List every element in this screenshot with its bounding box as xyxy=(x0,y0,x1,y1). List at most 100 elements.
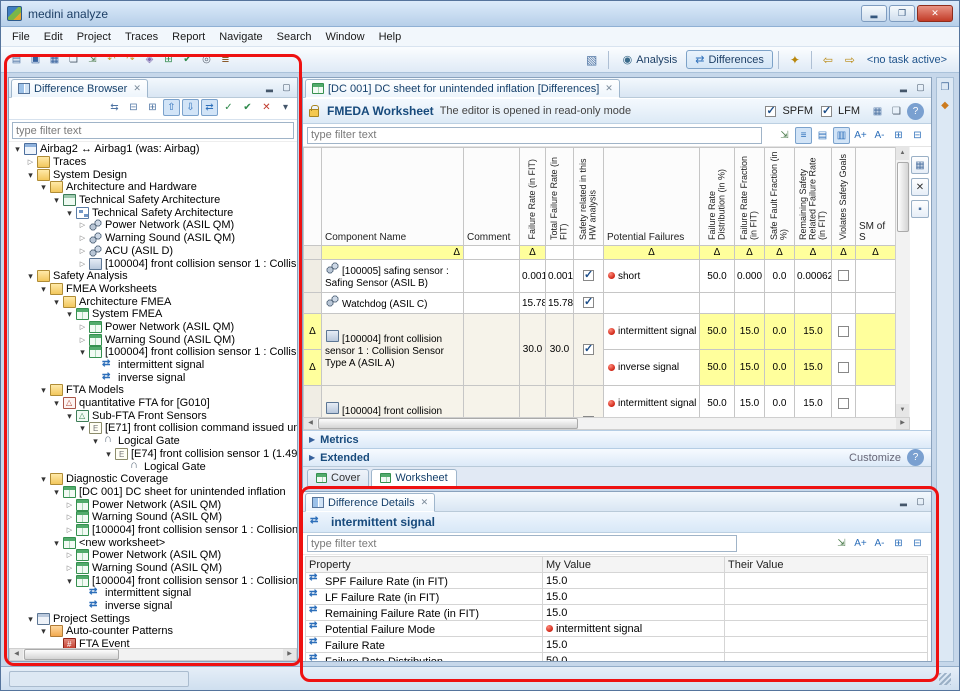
font-decrease-icon[interactable]: A- xyxy=(871,127,888,144)
their-value-cell[interactable] xyxy=(725,637,928,653)
show-hierarchy-icon[interactable]: ≡ xyxy=(795,127,812,144)
property-row[interactable]: Potential Failure Modeintermittent signa… xyxy=(306,621,928,637)
new-table-icon[interactable]: ⊞ xyxy=(160,51,177,68)
tree-item[interactable]: inverse signal xyxy=(9,600,297,613)
potential-failure-cell[interactable]: intermittent signal xyxy=(604,314,700,350)
expander-icon[interactable] xyxy=(51,397,62,409)
property-cell[interactable]: LF Failure Rate (in FIT) xyxy=(306,589,543,605)
safety-related-cell[interactable] xyxy=(574,293,604,314)
safe-fault-cell[interactable]: 0.0 xyxy=(765,314,795,350)
sm-cell[interactable] xyxy=(856,293,896,314)
link-with-editor-icon[interactable]: ⇆ xyxy=(106,99,123,116)
distribution-cell[interactable]: 50.0 xyxy=(700,260,735,293)
column-header[interactable]: Failure Rate Fraction (in FIT) xyxy=(735,148,765,246)
column-header[interactable]: Total Failure Rate (in FIT) xyxy=(546,148,574,246)
property-row[interactable]: Failure Rate Distribution50.0 xyxy=(306,653,928,662)
column-header[interactable]: SM of S xyxy=(856,148,896,246)
horizontal-scrollbar[interactable]: ◀ ▶ xyxy=(303,417,910,430)
close-tab-icon[interactable]: ✕ xyxy=(605,83,613,94)
perspective-differences-button[interactable]: ⇄ Differences xyxy=(686,50,773,69)
expander-icon[interactable] xyxy=(64,561,75,575)
my-value-cell[interactable]: 15.0 xyxy=(543,573,725,589)
violates-checkbox[interactable] xyxy=(838,326,849,337)
tree-item[interactable]: [100004] front collision sensor 1 : Coll… xyxy=(9,524,297,537)
potential-failure-cell[interactable] xyxy=(604,293,700,314)
expander-icon[interactable] xyxy=(103,448,114,460)
tree-filter-input[interactable] xyxy=(12,122,294,139)
tree-item[interactable]: Airbag2 ↔ Airbag1 (was: Airbag) xyxy=(9,143,297,156)
close-window-icon[interactable]: ✕ xyxy=(917,5,953,22)
tree-item[interactable]: Warning Sound (ASIL QM) xyxy=(9,232,297,245)
expander-icon[interactable] xyxy=(12,143,23,155)
print-table-icon[interactable]: ❏ xyxy=(888,103,905,120)
remaining-cell[interactable]: 0.000625 xyxy=(795,260,832,293)
safety-related-checkbox[interactable] xyxy=(583,270,594,281)
title-bar[interactable]: medini analyze ▂ ❐ ✕ xyxy=(1,1,959,27)
expander-icon[interactable] xyxy=(77,422,88,434)
distribution-cell[interactable] xyxy=(700,293,735,314)
my-value-cell[interactable]: 50.0 xyxy=(543,653,725,662)
total-failure-rate-cell[interactable]: 30.0 xyxy=(546,314,574,386)
their-value-cell[interactable] xyxy=(725,621,928,637)
violates-cell[interactable] xyxy=(832,293,856,314)
expander-icon[interactable] xyxy=(25,270,36,282)
expander-icon[interactable] xyxy=(77,257,88,271)
tree-item[interactable]: intermittent signal xyxy=(9,587,297,600)
safety-related-checkbox[interactable] xyxy=(583,297,594,308)
tree-item[interactable]: Logical Gate xyxy=(9,435,297,448)
collapse-rows-icon[interactable]: ⊟ xyxy=(909,127,926,144)
expander-icon[interactable] xyxy=(77,333,88,347)
scroll-left-icon[interactable]: ◀ xyxy=(10,649,23,660)
minimize-panel-icon[interactable]: ▂ xyxy=(896,494,911,509)
show-flat-icon[interactable]: ▤ xyxy=(814,127,831,144)
expand-all-icon[interactable]: ⊞ xyxy=(144,99,161,116)
export-table-icon[interactable]: ⇲ xyxy=(776,127,793,144)
expander-icon[interactable] xyxy=(25,613,36,625)
tree-item[interactable]: FMEA Worksheets xyxy=(9,283,297,296)
worksheet-row[interactable]: [100005] safing sensor : Safing Sensor (… xyxy=(304,260,896,293)
worksheet-row[interactable]: Δ[100004] front collision sensor 1 : Col… xyxy=(304,314,896,350)
menu-edit[interactable]: Edit xyxy=(37,29,70,45)
their-value-cell[interactable] xyxy=(725,605,928,621)
tree-item[interactable]: [100004] front collision sensor 1 : Coll… xyxy=(9,574,297,587)
tree-item[interactable]: Power Network (ASIL QM) xyxy=(9,498,297,511)
extended-section-bar[interactable]: ▶ Extended Customize ? xyxy=(303,448,931,466)
restore-window-icon[interactable]: ❐ xyxy=(889,5,915,22)
expander-icon[interactable] xyxy=(77,346,88,358)
minimize-window-icon[interactable]: ▂ xyxy=(861,5,887,22)
tree-item[interactable]: [100004] front collision sensor 1 : Coll… xyxy=(9,257,297,270)
tree-item[interactable]: Warning Sound (ASIL QM) xyxy=(9,562,297,575)
column-header[interactable]: Component Name xyxy=(322,148,464,246)
tree-item[interactable]: Technical Safety Architecture xyxy=(9,206,297,219)
safety-related-cell[interactable] xyxy=(574,314,604,386)
expand-rows-icon[interactable]: ⊞ xyxy=(890,127,907,144)
reject-difference-icon[interactable]: ✕ xyxy=(258,99,275,116)
font-decrease-icon[interactable]: A- xyxy=(871,535,888,552)
view-grid-icon[interactable]: ▦ xyxy=(911,156,929,174)
comment-cell[interactable] xyxy=(464,386,520,418)
safety-related-checkbox[interactable] xyxy=(583,344,594,355)
worksheet-filter-input[interactable] xyxy=(307,127,762,144)
component-cell[interactable]: [100004] front collision sensor 2 : Coll… xyxy=(322,386,464,418)
previous-difference-icon[interactable]: ⇧ xyxy=(163,99,180,116)
menu-help[interactable]: Help xyxy=(372,29,409,45)
my-value-cell[interactable]: 15.0 xyxy=(543,605,725,621)
expander-icon[interactable] xyxy=(51,486,62,498)
fraction-cell[interactable]: 15.0 xyxy=(735,386,765,418)
expander-icon[interactable] xyxy=(51,296,62,308)
tree-item[interactable]: ACU (ASIL D) xyxy=(9,245,297,258)
accept-difference-icon[interactable]: ✔ xyxy=(239,99,256,116)
comment-cell[interactable] xyxy=(464,293,520,314)
open-perspective-icon[interactable]: ▧ xyxy=(582,50,602,70)
task-forward-icon[interactable]: ⇨ xyxy=(840,50,860,70)
component-cell[interactable]: Watchdog (ASIL C) xyxy=(322,293,464,314)
fraction-cell[interactable]: 0.000 xyxy=(735,260,765,293)
view-menu-icon[interactable]: ▾ xyxy=(277,99,294,116)
menu-window[interactable]: Window xyxy=(318,29,371,45)
tree-item[interactable]: System Design xyxy=(9,168,297,181)
collapse-rows-icon[interactable]: ⊟ xyxy=(909,535,926,552)
failure-rate-cell[interactable]: 15.78 xyxy=(520,293,546,314)
tree-item[interactable]: [100004] front collision sensor 1 : Coll… xyxy=(9,346,297,359)
filter-differences-icon[interactable]: ✓ xyxy=(220,99,237,116)
expander-icon[interactable] xyxy=(38,181,49,193)
